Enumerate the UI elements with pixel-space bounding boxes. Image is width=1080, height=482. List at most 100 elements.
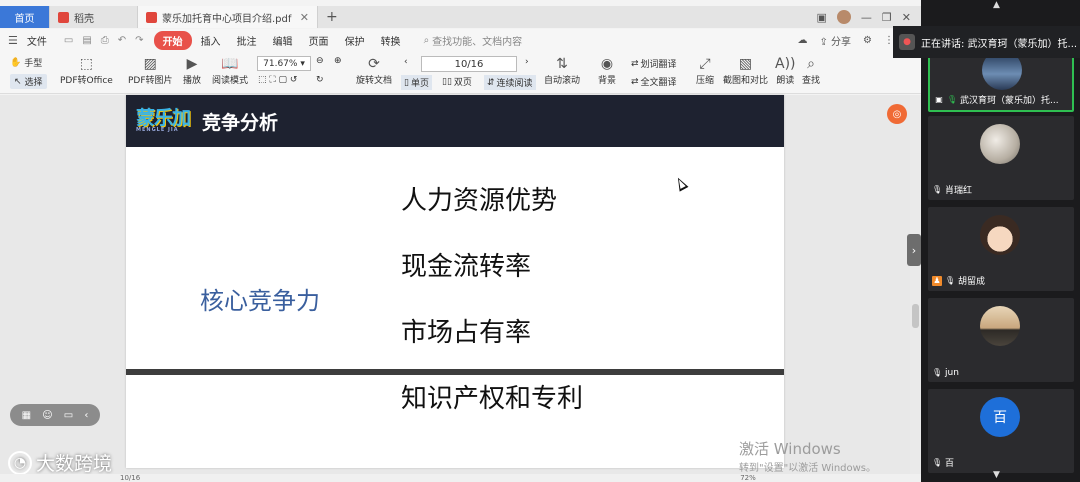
competence-list: 人力资源优势 现金流转率 市场占有率 知识产权和专利 (401, 183, 583, 447)
menu-start[interactable]: 开始 (153, 31, 192, 50)
participant-tile-4[interactable]: 🎙 jun (928, 298, 1074, 382)
single-page-label: 单页 (410, 79, 429, 89)
mic-muted-icon: 🎙 (932, 457, 943, 467)
zoom-out-icon[interactable]: ⊖ (316, 56, 324, 66)
prev-page-icon[interactable]: ‹ (404, 57, 408, 67)
menu-insert[interactable]: 插入 (194, 33, 228, 48)
brand-watermark-text: 大数跨境 (36, 453, 113, 475)
tab-document[interactable]: 蒙乐加托育中心项目介绍.pdf ✕ (138, 6, 318, 28)
rotate-right-icon[interactable]: ↻ (316, 75, 324, 85)
tab-home[interactable]: 首页 (0, 6, 50, 28)
user-avatar[interactable] (836, 10, 851, 24)
cloud-sync-icon[interactable]: ☁ (797, 35, 807, 46)
participant-name: ♟ 🎙 胡留成 (932, 274, 985, 287)
close-tab-icon[interactable]: ✕ (300, 11, 309, 24)
rotate-label: 旋转文档 (356, 76, 393, 86)
tab-daoke[interactable]: 稻壳 (50, 6, 138, 28)
scroll-up-icon[interactable]: ▲ (993, 0, 1000, 10)
chat-icon[interactable]: ▭ (64, 410, 73, 421)
select-tool[interactable]: ↖ 选择 (10, 74, 47, 89)
scroll-down-icon[interactable]: ▼ (993, 470, 1000, 480)
vertical-scrollbar[interactable] (910, 95, 921, 482)
fit-width-icon[interactable]: ⬚ ⛶ ▢ ↺ (258, 75, 297, 85)
list-item: 知识产权和专利 (401, 384, 584, 414)
read-aloud-button[interactable]: A)) 朗读 (775, 55, 796, 86)
play-label: 播放 (183, 76, 202, 86)
participant-tile-3[interactable]: ♟ 🎙 胡留成 (928, 207, 1074, 291)
menu-page[interactable]: 页面 (302, 33, 336, 48)
emoji-icon[interactable]: ☺ (42, 410, 52, 421)
redo-icon[interactable]: ↷ (135, 35, 143, 46)
find-button[interactable]: ⌕ 查找 (802, 55, 820, 86)
pdf-to-image-button[interactable]: ▨ PDF转图片 (128, 55, 173, 86)
background-label: 背景 (598, 76, 617, 86)
new-tab-button[interactable]: + (318, 6, 346, 28)
share-icon: ⇪ (819, 37, 828, 48)
double-page-button[interactable]: ▯▯ 双页 (442, 75, 472, 89)
screenshot-compare-button[interactable]: ▧ 截图和对比 (723, 55, 768, 86)
menu-edit[interactable]: 编辑 (266, 33, 300, 48)
speaking-text: 正在讲话: 武汉育珂（蒙乐加）托... (921, 38, 1078, 50)
page-number-input[interactable]: 10/16 (421, 56, 517, 72)
pointer-icon: ↖ (14, 76, 22, 87)
menu-comment[interactable]: 批注 (230, 33, 264, 48)
list-item: 现金流转率 (401, 252, 532, 282)
compress-button[interactable]: ⤢ 压缩 (696, 55, 714, 86)
menu-convert[interactable]: 转换 (374, 33, 408, 48)
minimize-icon[interactable]: — (861, 11, 872, 24)
menu-protect[interactable]: 保护 (338, 33, 372, 48)
settings-icon[interactable]: ⚙ (863, 35, 872, 46)
participant-tile-5[interactable]: 百 🎙 百 (928, 389, 1074, 473)
open-folder-icon[interactable]: ▭ (64, 35, 73, 46)
participant-tile-2[interactable]: 🎙 肖瑞红 (928, 116, 1074, 200)
pdf-to-office-button[interactable]: ⬚ PDF转Office (60, 55, 113, 86)
single-page-icon: ▯ (404, 77, 409, 88)
undo-icon[interactable]: ↶ (118, 35, 126, 46)
expand-panel-handle[interactable]: › (907, 234, 921, 266)
menu-file[interactable]: 文件 (20, 33, 54, 48)
print-icon[interactable]: ⎙ (101, 35, 109, 46)
grid-icon[interactable]: ▦ (22, 410, 31, 421)
document-viewer[interactable]: 蒙乐加 MENGLE JIA 竞争分析 核心竞争力 人力资源优势 现金流转率 市… (0, 95, 921, 482)
book-icon: 📖 (221, 56, 239, 72)
eye-icon: ◉ (600, 56, 614, 72)
avatar (980, 215, 1020, 255)
single-page-button[interactable]: ▯ 单页 (401, 75, 432, 90)
participant-name-text: 武汉育珂（蒙乐加）托... (960, 96, 1059, 106)
assistant-icon[interactable]: ◎ (887, 104, 907, 124)
scrollbar-thumb[interactable] (912, 304, 919, 328)
collapse-icon[interactable]: ‹ (84, 410, 88, 421)
hamburger-icon[interactable]: ☰ (8, 34, 18, 47)
search-box[interactable]: ⌕ 查找功能、文档内容 (424, 33, 523, 48)
tab-document-label: 蒙乐加托育中心项目介绍.pdf (162, 13, 292, 25)
tab-daoke-label: 稻壳 (74, 13, 94, 25)
close-window-icon[interactable]: ✕ (902, 11, 911, 24)
page-number-value: 10/16 (454, 58, 484, 70)
layout-icon[interactable]: ▣ (817, 11, 827, 24)
zoom-in-icon[interactable]: ⊕ (334, 56, 342, 66)
background-button[interactable]: ◉ 背景 (598, 55, 616, 86)
pdf-to-image-label: PDF转图片 (128, 76, 173, 86)
zoom-select[interactable]: 71.67% ▾ (257, 56, 311, 71)
next-page-icon[interactable]: › (525, 57, 529, 67)
avatar: 百 (980, 397, 1020, 437)
page-bottom-edge (126, 369, 784, 375)
rotate-document-button[interactable]: ⟳ 旋转文档 (356, 55, 392, 86)
participant-name-text: 肖瑞红 (945, 186, 973, 196)
auto-scroll-button[interactable]: ⇅ 自动滚动 (544, 55, 580, 86)
image-icon: ▨ (143, 56, 157, 72)
translate-word-button[interactable]: ⇄ 划词翻译 (631, 57, 677, 71)
zoom-value: 71.67% (263, 58, 298, 69)
share-button[interactable]: ⇪ 分享 (819, 33, 851, 48)
watermark-line2: 转到"设置"以激活 Windows。 (739, 463, 877, 474)
restore-icon[interactable]: ❐ (882, 11, 892, 24)
hand-tool[interactable]: ✋ 手型 (10, 56, 42, 70)
save-icon[interactable]: ▤ (82, 35, 91, 46)
rotate-icon: ⟳ (368, 56, 380, 72)
search-icon: ⌕ (423, 35, 430, 46)
read-mode-button[interactable]: 📖 阅读模式 (212, 55, 248, 86)
play-button[interactable]: ▶ 播放 (183, 55, 201, 86)
continuous-read-button[interactable]: ⇵ 连续阅读 (484, 75, 536, 90)
speaker-avatar-icon: ● (899, 34, 915, 50)
translate-all-button[interactable]: ⇄ 全文翻译 (631, 75, 677, 89)
